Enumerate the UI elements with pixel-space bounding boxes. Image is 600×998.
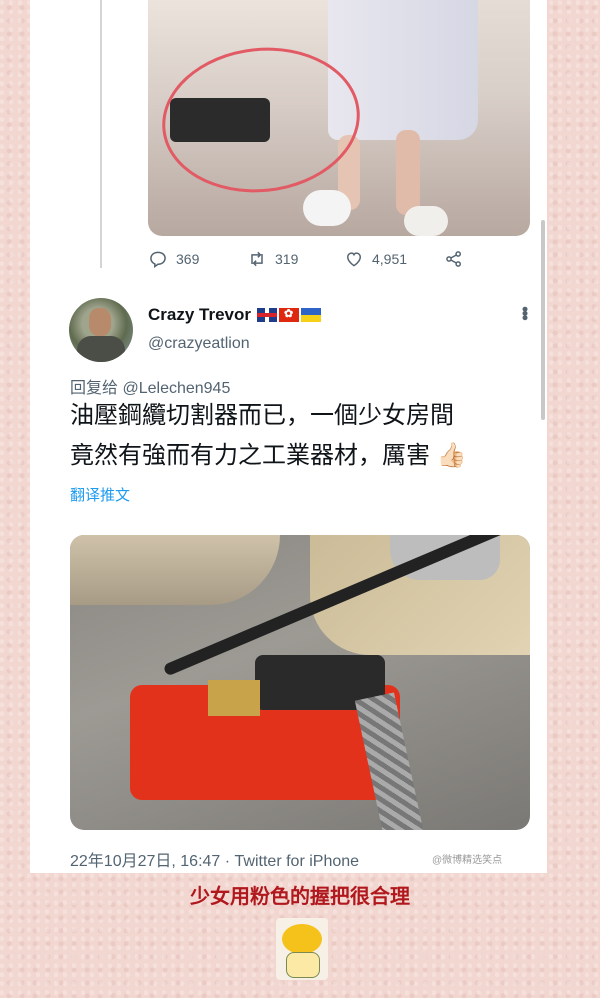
author-name[interactable]: Crazy Trevor [148,305,251,325]
share-button[interactable] [444,249,464,269]
previous-tweet-image[interactable] [148,0,530,236]
sticker-hand [286,952,320,978]
facepalm-sticker [276,918,328,980]
like-count: 4,951 [372,251,408,267]
retweet-count: 319 [275,251,299,267]
author-handle[interactable]: @crazyeatlion [148,335,250,353]
slipper [303,190,351,226]
avatar-body [77,336,125,362]
heart-icon [346,252,362,267]
watermark: @微博精选笑点 [432,855,503,866]
sticker-face [282,924,322,954]
reply-count: 369 [176,251,200,267]
retweet-icon [251,251,263,267]
reply-icon [150,251,166,268]
flag-emojis [257,307,321,322]
floor-mat [70,535,280,605]
slipper [404,206,448,236]
tweet-text-line-1: 油壓鋼纜切割器而已，一個少女房間 [70,402,454,429]
brass-plate [208,680,260,716]
tweet-image[interactable] [70,535,530,830]
uk-flag-icon [257,308,277,322]
meme-caption: 少女用粉色的握把很合理 [190,886,410,908]
like-button[interactable]: 4,951 [344,249,407,269]
scrollbar[interactable] [541,220,545,420]
thumbs-up-emoji: 👍🏻 [436,442,467,469]
retweet-button[interactable]: 319 [247,249,298,269]
avatar-face [89,308,111,336]
reply-prefix: 回复给 [70,380,119,397]
reply-mention-link[interactable]: @Lelechen945 [122,380,230,397]
share-icon [446,251,461,267]
reply-button[interactable]: 369 [148,249,199,269]
translate-link[interactable]: 翻译推文 [70,484,130,505]
more-options-icon[interactable]: ••• [514,306,535,319]
author-name-row[interactable]: Crazy Trevor [148,305,321,325]
tweet-timestamp[interactable]: 22年10月27日, 16:47 · Twitter for iPhone [70,847,359,871]
tweet-action-bar: 369 319 4,951 [148,248,478,270]
avatar[interactable] [69,298,133,362]
tweet-text-line-2: 竟然有強而有力之工業器材，厲害 [70,442,430,469]
tweet-text: 油壓鋼纜切割器而已，一個少女房間 竟然有強而有力之工業器材，厲害 👍🏻 [70,396,530,476]
thread-line [100,0,102,268]
reply-to-line: 回复给 @Lelechen945 [70,374,230,398]
ukraine-flag-icon [301,308,321,322]
leg [396,130,420,215]
hk-flag-icon [279,307,299,322]
